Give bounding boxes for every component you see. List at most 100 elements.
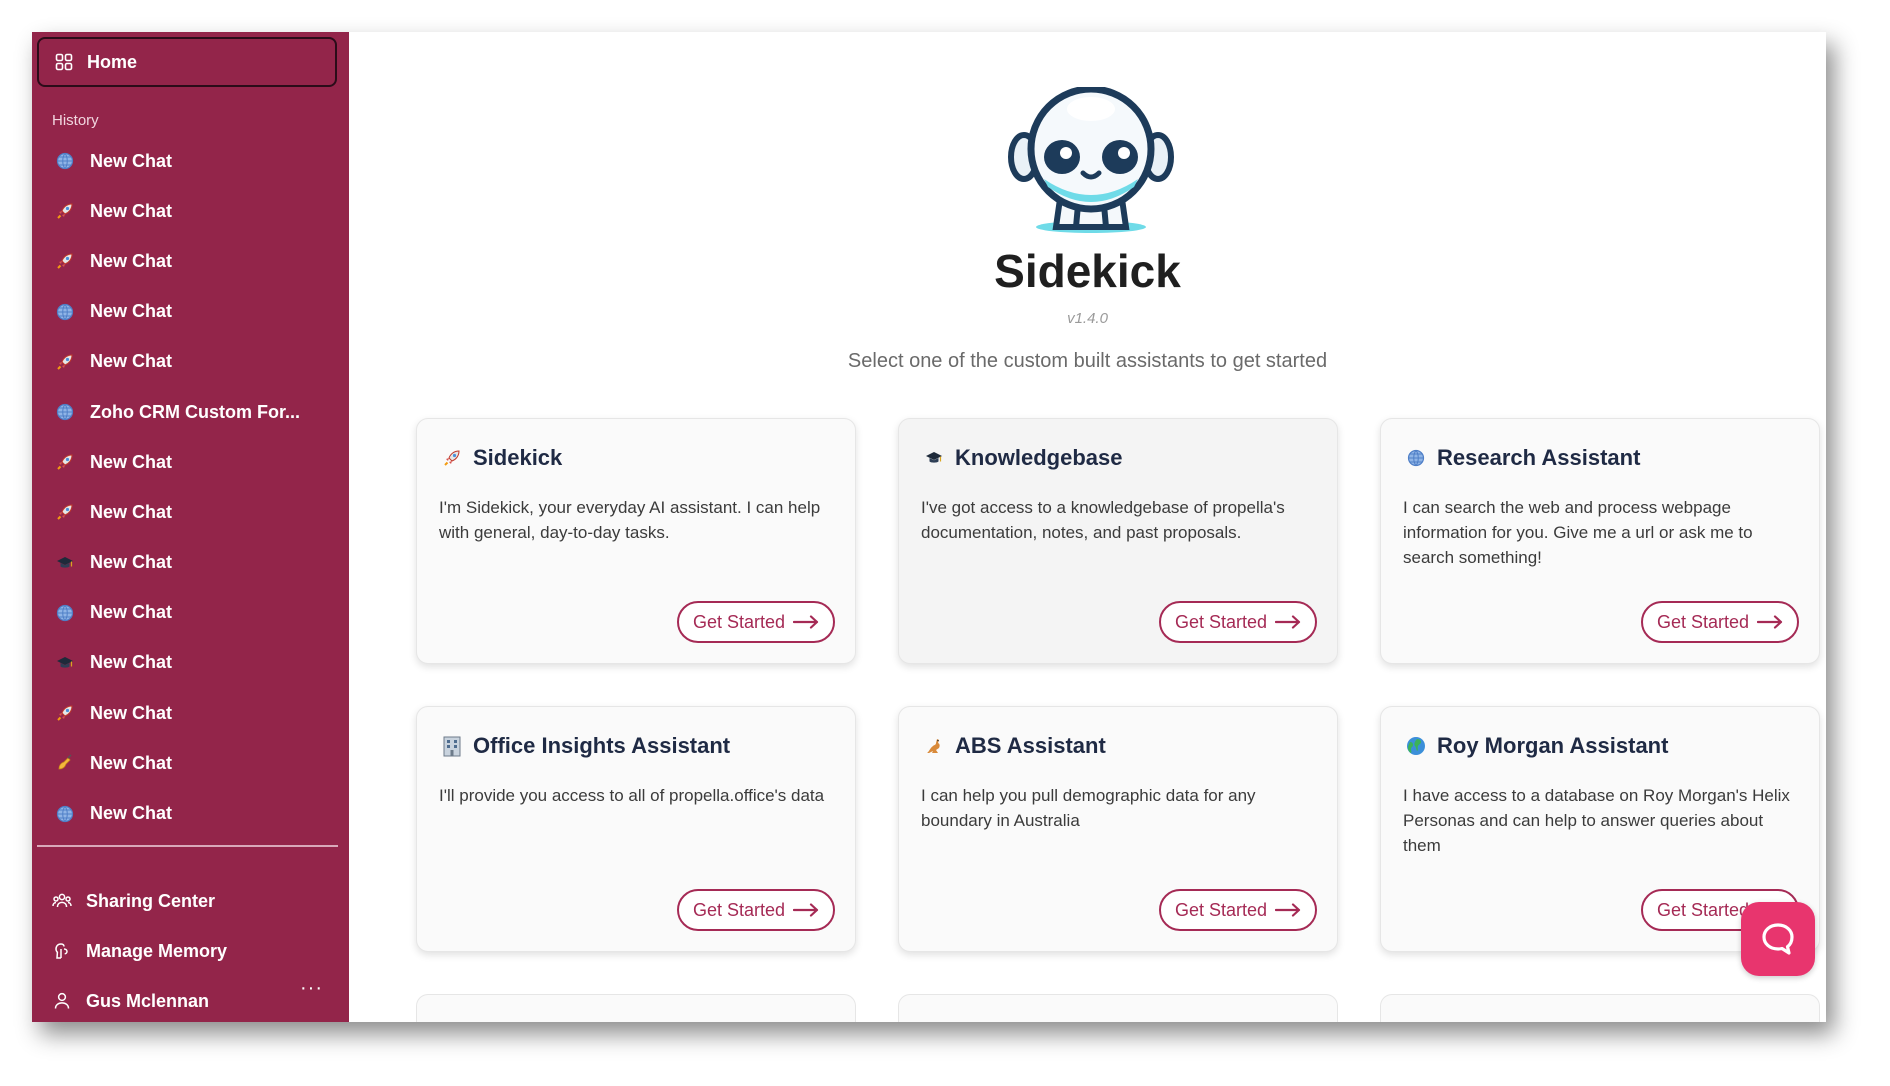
assistant-card[interactable]: ABS Assistant I can help you pull demogra… <box>898 706 1338 952</box>
assistant-card[interactable]: Research Assistant I can search the web a… <box>1380 418 1820 664</box>
brain-icon <box>52 941 72 961</box>
assistant-card[interactable]: Knowledgebase I've got access to a knowle… <box>898 418 1338 664</box>
history-item-label: New Chat <box>90 351 173 372</box>
card-title-text: ABS Assistant <box>955 733 1106 758</box>
graduation-cap-icon <box>54 552 76 574</box>
main-content: Sidekick v1.4.0 Select one of the custom… <box>349 32 1826 1022</box>
get-started-button[interactable]: Get Started <box>1158 889 1317 931</box>
card-title-text: Research Assistant <box>1437 445 1641 470</box>
assistant-card[interactable]: Sidekick I'm Sidekick, your everyday AI a… <box>416 418 856 664</box>
history-item[interactable]: New Chat <box>32 287 349 337</box>
manage-memory-label: Manage Memory <box>86 940 228 961</box>
history-item-label: New Chat <box>90 752 173 773</box>
sidebar-divider <box>37 845 338 847</box>
card-description: I've got access to a knowledgebase of pr… <box>921 498 1285 542</box>
globe-icon <box>54 803 76 825</box>
history-item-label: New Chat <box>90 803 173 824</box>
history-item[interactable]: New Chat <box>32 688 349 738</box>
graduation-cap-icon <box>54 652 76 674</box>
history-item[interactable]: New Chat <box>32 538 349 588</box>
arrow-right-icon <box>785 615 819 629</box>
get-started-label: Get Started <box>692 899 785 920</box>
get-started-label: Get Started <box>1174 899 1267 920</box>
kangaroo-icon <box>921 733 947 759</box>
support-chat-button[interactable] <box>1741 902 1815 976</box>
card-title: Sidekick <box>439 445 562 471</box>
card-title: ABS Assistant <box>921 733 1106 759</box>
card-description: I can search the web and process webpage… <box>1403 498 1753 567</box>
history-item-label: New Chat <box>90 451 173 472</box>
history-item-label: New Chat <box>90 602 173 623</box>
manage-memory-button[interactable]: Manage Memory <box>52 931 227 971</box>
history-item-label: New Chat <box>90 150 173 171</box>
rocket-icon <box>439 445 465 471</box>
page-subtitle: Select one of the custom built assistant… <box>847 350 1328 372</box>
office-building-icon <box>439 733 465 759</box>
more-options-icon[interactable]: ··· <box>300 977 323 1000</box>
home-button[interactable]: Home <box>37 37 337 87</box>
grid-icon <box>55 53 73 71</box>
rocket-icon <box>54 200 76 222</box>
history-heading: History <box>52 112 99 129</box>
history-item[interactable]: New Chat <box>32 236 349 286</box>
get-started-button[interactable]: Get Started <box>676 601 835 643</box>
get-started-label: Get Started <box>1174 611 1267 632</box>
history-item[interactable]: New Chat <box>32 738 349 788</box>
history-item[interactable]: New Chat <box>32 638 349 688</box>
sidebar: Home History New Chat New Chat New Chat New… <box>32 32 349 1022</box>
history-item[interactable]: New Chat <box>32 588 349 638</box>
rocket-icon <box>54 351 76 373</box>
history-item[interactable]: New Chat <box>32 437 349 487</box>
sharing-center-label: Sharing Center <box>86 890 216 911</box>
user-name: Gus Mclennan <box>86 990 210 1011</box>
user-profile-button[interactable]: Gus Mclennan <box>52 981 209 1021</box>
card-title-text: Knowledgebase <box>955 445 1123 470</box>
get-started-button[interactable]: Get Started <box>1158 601 1317 643</box>
history-item[interactable]: New Chat <box>32 186 349 236</box>
card-description: I can help you pull demographic data for… <box>921 786 1256 830</box>
writing-hand-icon <box>54 752 76 774</box>
assistant-card-partial <box>1380 994 1820 1022</box>
sharing-center-button[interactable]: Sharing Center <box>52 881 215 921</box>
history-item-label: New Chat <box>90 501 173 522</box>
card-description: I'll provide you access to all of propel… <box>439 786 825 805</box>
version-label: v1.4.0 <box>1067 310 1108 327</box>
rocket-icon <box>54 250 76 272</box>
chat-bubble-icon <box>1762 923 1794 955</box>
history-item-label: New Chat <box>90 250 173 271</box>
card-title: Research Assistant <box>1403 445 1640 471</box>
assistant-card-partial <box>898 994 1338 1022</box>
arrow-right-icon <box>1749 615 1783 629</box>
globe-icon <box>54 301 76 323</box>
assistant-card[interactable]: Office Insights Assistant I'll provide yo… <box>416 706 856 952</box>
history-item[interactable]: New Chat <box>32 136 349 186</box>
history-item-label: Zoho CRM Custom For... <box>90 401 300 422</box>
app-title: Sidekick <box>994 245 1181 297</box>
history-item[interactable]: New Chat <box>32 487 349 537</box>
get-started-label: Get Started <box>1656 899 1749 920</box>
get-started-button[interactable]: Get Started <box>676 889 835 931</box>
get-started-label: Get Started <box>1656 611 1749 632</box>
card-title-text: Sidekick <box>473 445 563 470</box>
card-title-text: Roy Morgan Assistant <box>1437 733 1669 758</box>
card-title: Knowledgebase <box>921 445 1122 471</box>
history-item[interactable]: New Chat <box>32 337 349 387</box>
card-description: I'm Sidekick, your everyday AI assistant… <box>439 498 821 542</box>
user-icon <box>52 991 72 1011</box>
rocket-icon <box>54 451 76 473</box>
history-item[interactable]: Zoho CRM Custom For... <box>32 387 349 437</box>
sidekick-robot-logo-icon <box>1008 87 1174 233</box>
get-started-button[interactable]: Get Started <box>1640 601 1799 643</box>
arrow-right-icon <box>1267 903 1301 917</box>
card-title: Roy Morgan Assistant <box>1403 733 1668 759</box>
globe-icon <box>54 401 76 423</box>
globe-icon <box>1403 445 1429 471</box>
get-started-label: Get Started <box>692 611 785 632</box>
arrow-right-icon <box>1267 615 1301 629</box>
app-window: Home History New Chat New Chat New Chat New… <box>32 32 1826 1022</box>
history-item-label: New Chat <box>90 552 173 573</box>
history-item-label: New Chat <box>90 301 173 322</box>
card-description: I have access to a database on Roy Morga… <box>1403 786 1790 855</box>
history-item[interactable]: New Chat <box>32 788 349 838</box>
earth-globe-icon <box>1403 733 1429 759</box>
